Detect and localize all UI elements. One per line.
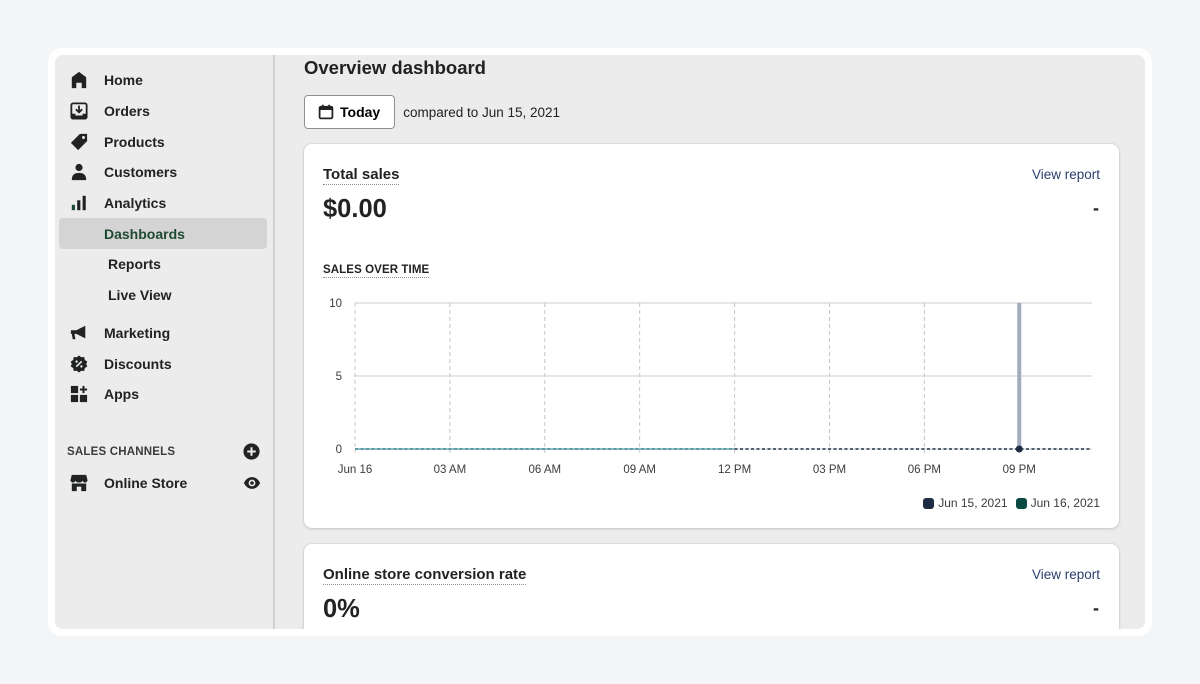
y-tick-label: 5	[336, 371, 342, 383]
sidebar-item-products[interactable]: Products	[55, 126, 273, 157]
channel-label: Online Store	[104, 474, 188, 491]
sidebar-channel-online-store[interactable]: Online Store	[55, 468, 273, 498]
sidebar-item-label: Products	[104, 133, 165, 150]
sidebar-item-label: Analytics	[104, 195, 167, 212]
x-tick-label: 06 AM	[528, 464, 561, 476]
view-report-link[interactable]: View report	[1032, 167, 1100, 182]
total-sales-delta: -	[1093, 198, 1099, 218]
bar-chart-icon	[69, 193, 89, 213]
sidebar-item-label: Home	[104, 72, 143, 89]
sidebar-item-marketing[interactable]: Marketing	[55, 318, 273, 349]
comparison-text: compared to Jun 15, 2021	[403, 104, 561, 120]
date-range-row: Today compared to Jun 15, 2021	[304, 95, 1145, 129]
sidebar-subitem-label: Live View	[108, 287, 172, 304]
sidebar-item-customers[interactable]: Customers	[55, 157, 273, 188]
chart-legend: Jun 15, 2021 Jun 16, 2021	[923, 496, 1100, 510]
sales-channels-header: SALES CHANNELS	[55, 442, 273, 462]
eye-icon[interactable]	[243, 474, 261, 492]
sidebar-item-label: Discounts	[104, 355, 172, 372]
page-title: Overview dashboard	[304, 57, 486, 78]
main-content: Overview dashboard Today compared to Jun…	[275, 55, 1145, 629]
discount-icon	[69, 354, 89, 374]
calendar-icon	[318, 104, 334, 120]
sidebar-item-analytics[interactable]: Analytics	[55, 188, 273, 219]
sales-channels-title: SALES CHANNELS	[67, 445, 176, 458]
x-tick-label: 09 PM	[1003, 464, 1036, 476]
y-tick-label: 0	[336, 444, 342, 456]
total-sales-title[interactable]: Total sales	[323, 166, 400, 185]
conversion-rate-title[interactable]: Online store conversion rate	[323, 566, 527, 585]
x-tick-label: 03 AM	[434, 464, 467, 476]
sidebar-subitem-live-view[interactable]: Live View	[59, 280, 267, 311]
total-sales-value: $0.00	[323, 195, 387, 223]
hover-point	[1015, 445, 1023, 453]
sidebar: Home Orders Products Customers Analytics…	[55, 55, 275, 629]
person-icon	[69, 162, 89, 182]
conversion-rate-delta: -	[1093, 598, 1099, 618]
sidebar-subitem-label: Dashboards	[104, 225, 185, 242]
sidebar-item-label: Marketing	[104, 324, 171, 341]
sidebar-item-label: Apps	[104, 386, 139, 403]
sidebar-item-home[interactable]: Home	[55, 65, 273, 96]
y-tick-label: 10	[329, 298, 342, 310]
legend-label: Jun 15, 2021	[938, 496, 1008, 510]
legend-label: Jun 16, 2021	[1030, 496, 1100, 510]
app-window: Home Orders Products Customers Analytics…	[55, 55, 1145, 629]
conversion-rate-value: 0%	[323, 595, 360, 623]
store-icon	[69, 473, 89, 493]
x-tick-label: Jun 16	[338, 464, 373, 476]
x-tick-label: 09 AM	[623, 464, 656, 476]
sidebar-item-label: Orders	[104, 103, 150, 120]
window-frame: Home Orders Products Customers Analytics…	[48, 48, 1152, 636]
chart-title[interactable]: SALES OVER TIME	[323, 264, 430, 278]
sidebar-item-label: Customers	[104, 164, 178, 181]
plus-circle-icon[interactable]	[243, 442, 261, 461]
legend-swatch-jun15	[923, 497, 935, 509]
sidebar-item-orders[interactable]: Orders	[55, 96, 273, 127]
conversion-rate-card: Online store conversion rate View report…	[304, 544, 1119, 629]
view-report-link[interactable]: View report	[1032, 567, 1100, 582]
legend-swatch-jun16	[1015, 497, 1027, 509]
date-range-button[interactable]: Today	[304, 95, 396, 129]
x-tick-label: 03 PM	[813, 464, 846, 476]
sidebar-subitem-dashboards[interactable]: Dashboards	[59, 218, 267, 250]
total-sales-card: Total sales View report $0.00 - SALES OV…	[304, 144, 1119, 528]
sidebar-item-discounts[interactable]: Discounts	[55, 348, 273, 379]
apps-icon	[69, 384, 89, 404]
sidebar-subitem-reports[interactable]: Reports	[59, 249, 267, 280]
x-tick-label: 12 PM	[718, 464, 751, 476]
home-icon	[69, 70, 89, 90]
tag-icon	[69, 132, 89, 152]
legend-item-jun16[interactable]: Jun 16, 2021	[1015, 496, 1100, 510]
date-range-label: Today	[340, 104, 381, 120]
sidebar-subitem-label: Reports	[108, 256, 161, 273]
orders-icon	[69, 101, 89, 121]
sales-over-time-chart[interactable]: 0 5 10 Jun 16 03 AM 06 AM 09 AM 12 PM 03 PM 06 PM…	[304, 284, 1119, 484]
legend-item-jun15[interactable]: Jun 15, 2021	[923, 496, 1008, 510]
megaphone-icon	[69, 323, 89, 343]
sidebar-item-apps[interactable]: Apps	[55, 379, 273, 410]
x-tick-label: 06 PM	[908, 464, 941, 476]
